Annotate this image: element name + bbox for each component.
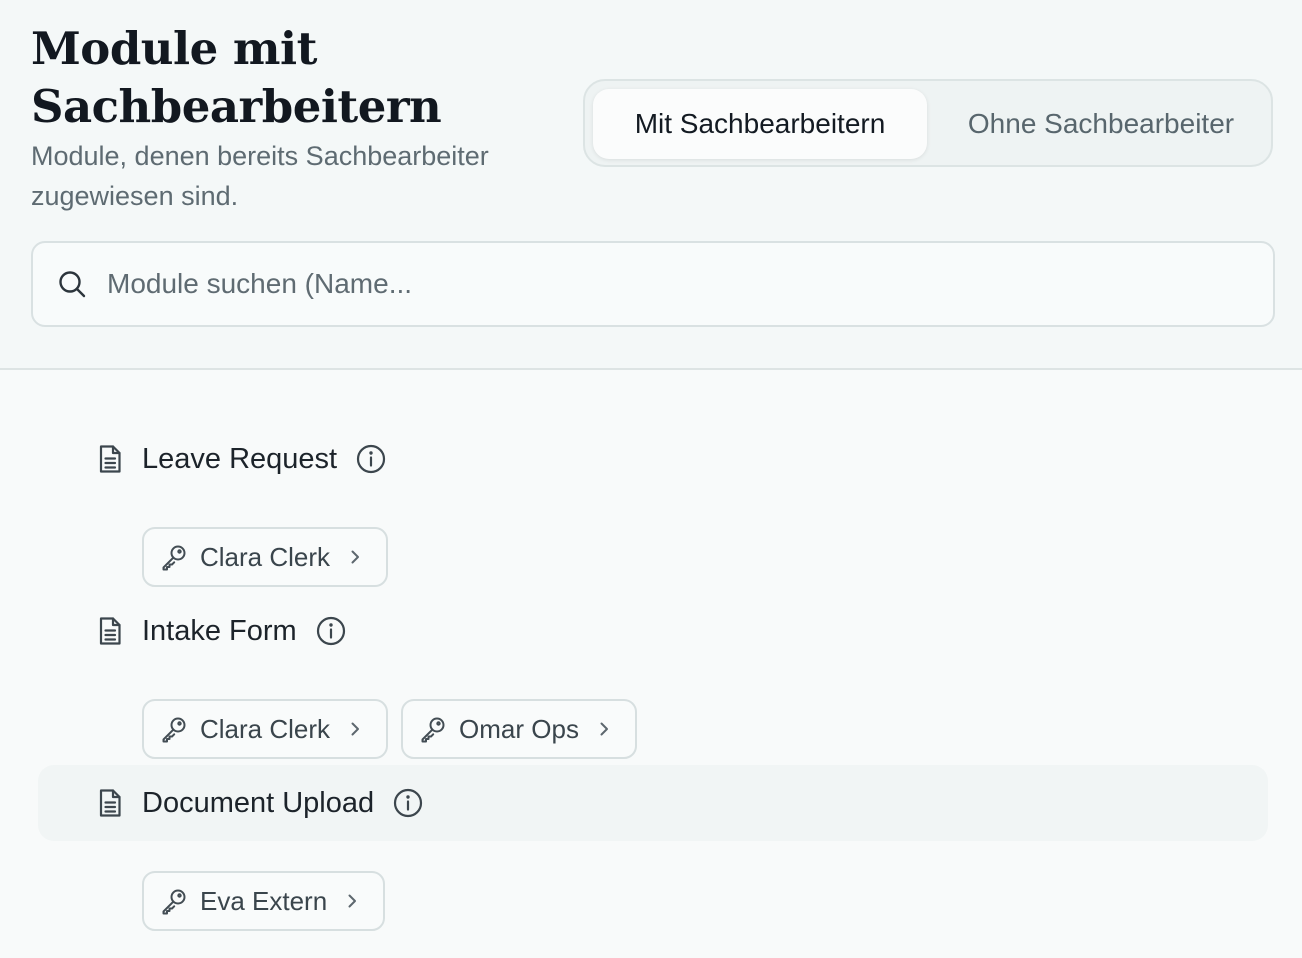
clerk-name: Clara Clerk xyxy=(200,541,331,572)
page-header: Module mit Sachbearbeitern Module, denen… xyxy=(0,0,1302,370)
clerk-chip[interactable]: Omar Ops xyxy=(401,699,637,759)
toggle-without-clerks-button[interactable]: Ohne Sachbearbeiter xyxy=(931,89,1271,159)
chevron-right-icon xyxy=(346,548,364,566)
clerk-list: Eva Extern xyxy=(142,871,386,931)
info-icon[interactable] xyxy=(315,615,347,647)
document-icon xyxy=(94,787,126,819)
page-title: Module mit Sachbearbeitern xyxy=(31,22,442,133)
key-icon xyxy=(160,715,188,743)
clerk-name: Clara Clerk xyxy=(200,713,331,744)
assignment-filter-toggle: Mit Sachbearbeitern Ohne Sachbearbeiter xyxy=(583,79,1273,167)
key-icon xyxy=(160,887,188,915)
search-input[interactable] xyxy=(105,267,1209,301)
module-header: Document Upload xyxy=(94,769,424,837)
module-name: Leave Request xyxy=(142,442,338,475)
info-icon[interactable] xyxy=(392,787,424,819)
clerk-chip[interactable]: Clara Clerk xyxy=(142,699,389,759)
clerk-name: Eva Extern xyxy=(200,885,328,916)
clerk-chip[interactable]: Eva Extern xyxy=(142,871,386,931)
module-header: Leave Request xyxy=(94,425,387,493)
clerk-list: Clara Clerk xyxy=(142,527,389,587)
module-item: Leave Request Clara Clerk xyxy=(38,425,1268,601)
chevron-right-icon xyxy=(346,720,364,738)
clerk-chip[interactable]: Clara Clerk xyxy=(142,527,389,587)
search-icon xyxy=(56,268,88,300)
module-header: Intake Form xyxy=(94,597,347,665)
key-icon xyxy=(419,715,447,743)
clerk-name: Omar Ops xyxy=(459,713,579,744)
module-name: Document Upload xyxy=(142,786,375,819)
clerk-list: Clara Clerk Omar Ops xyxy=(142,699,637,759)
key-icon xyxy=(160,543,188,571)
module-item: Document Upload Eva Extern xyxy=(38,765,1268,945)
toggle-with-clerks-button[interactable]: Mit Sachbearbeitern xyxy=(593,89,927,159)
chevron-right-icon xyxy=(595,720,613,738)
document-icon xyxy=(94,443,126,475)
page-subtitle: Module, denen bereits Sachbearbeiter zug… xyxy=(31,141,489,211)
info-icon[interactable] xyxy=(355,443,387,475)
module-item: Intake Form Clara Clerk Omar Ops xyxy=(38,597,1268,773)
chevron-right-icon xyxy=(343,892,361,910)
document-icon xyxy=(94,615,126,647)
search-box xyxy=(31,241,1275,327)
module-name: Intake Form xyxy=(142,614,297,647)
